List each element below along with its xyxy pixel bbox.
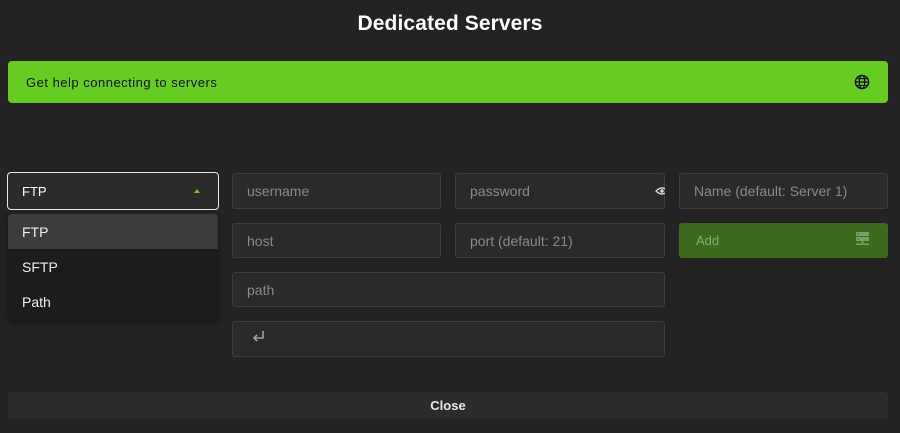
add-button[interactable]: Add: [679, 223, 888, 258]
path-input[interactable]: [232, 272, 665, 307]
dropdown-option-sftp[interactable]: SFTP: [8, 249, 218, 284]
username-input[interactable]: [232, 173, 441, 209]
protocol-select-value: FTP: [22, 183, 47, 199]
password-input[interactable]: [455, 173, 665, 209]
return-arrow-icon: [251, 330, 267, 349]
protocol-dropdown: FTP SFTP Path: [8, 214, 218, 320]
connect-enter-row[interactable]: [232, 321, 665, 357]
port-input[interactable]: [455, 223, 665, 258]
help-banner[interactable]: Get help connecting to servers: [8, 61, 888, 103]
add-button-label: Add: [696, 233, 720, 248]
help-banner-label: Get help connecting to servers: [26, 74, 218, 90]
dropdown-option-ftp[interactable]: FTP: [8, 214, 218, 249]
page-title: Dedicated Servers: [357, 12, 543, 35]
caret-up-icon: [194, 189, 200, 193]
show-password-icon[interactable]: [655, 184, 665, 196]
dropdown-option-path[interactable]: Path: [8, 284, 218, 319]
globe-icon: [854, 74, 870, 90]
host-input[interactable]: [232, 223, 441, 258]
server-icon: [855, 231, 870, 251]
protocol-select[interactable]: FTP: [7, 172, 219, 210]
close-button[interactable]: Close: [8, 392, 888, 419]
server-name-input[interactable]: [679, 173, 888, 209]
